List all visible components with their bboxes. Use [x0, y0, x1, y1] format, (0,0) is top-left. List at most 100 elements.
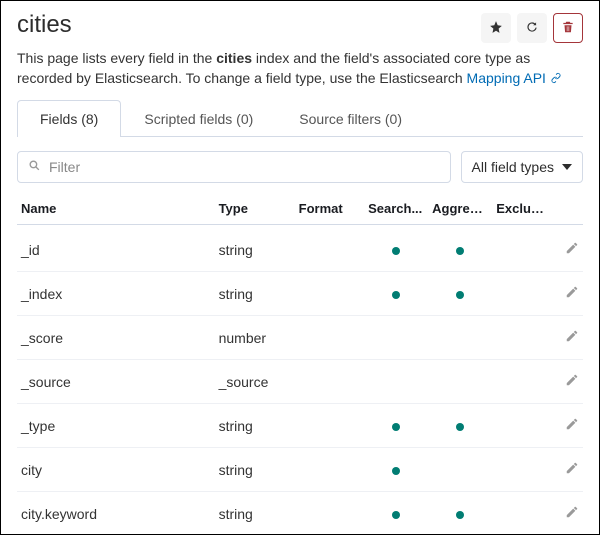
- cell-excluded: [492, 316, 551, 360]
- field-type-dropdown-label: All field types: [472, 159, 554, 175]
- tab-source-filters[interactable]: Source filters (0): [276, 100, 425, 137]
- fields-table: Name Type Format Search... Aggreg... Exc…: [17, 193, 583, 535]
- dot-indicator: [456, 511, 464, 519]
- cell-searchable: [364, 316, 428, 360]
- cell-name: _type: [17, 404, 215, 448]
- cell-type: string: [215, 492, 295, 535]
- trash-icon: [561, 20, 575, 37]
- cell-name: _index: [17, 272, 215, 316]
- cell-name: _source: [17, 360, 215, 404]
- cell-aggregatable: [428, 272, 492, 316]
- dot-indicator: [392, 511, 400, 519]
- cell-format: [295, 225, 364, 272]
- mapping-api-link[interactable]: Mapping API: [467, 70, 546, 86]
- tabs: Fields (8) Scripted fields (0) Source fi…: [17, 100, 583, 137]
- col-searchable[interactable]: Search...: [364, 193, 428, 225]
- cell-excluded: [492, 448, 551, 492]
- cell-aggregatable: [428, 316, 492, 360]
- refresh-icon: [525, 20, 539, 37]
- dot-indicator: [392, 423, 400, 431]
- cell-searchable: [364, 225, 428, 272]
- pencil-icon: [565, 331, 579, 346]
- star-icon: [489, 20, 503, 37]
- cell-type: string: [215, 272, 295, 316]
- cell-aggregatable: [428, 492, 492, 535]
- cell-excluded: [492, 272, 551, 316]
- edit-button[interactable]: [565, 329, 579, 346]
- cell-name: city: [17, 448, 215, 492]
- cell-name: _score: [17, 316, 215, 360]
- col-format[interactable]: Format: [295, 193, 364, 225]
- edit-button[interactable]: [565, 417, 579, 434]
- col-excluded[interactable]: Exclud...: [492, 193, 551, 225]
- edit-button[interactable]: [565, 505, 579, 522]
- filter-input-wrapper[interactable]: [17, 151, 451, 183]
- table-row: citystring: [17, 448, 583, 492]
- dot-indicator: [456, 291, 464, 299]
- cell-aggregatable: [428, 448, 492, 492]
- cell-type: number: [215, 316, 295, 360]
- filter-input[interactable]: [47, 158, 440, 176]
- col-name[interactable]: Name: [17, 193, 215, 225]
- refresh-button[interactable]: [517, 13, 547, 43]
- dot-indicator: [392, 291, 400, 299]
- cell-format: [295, 316, 364, 360]
- edit-button[interactable]: [565, 461, 579, 478]
- field-type-dropdown[interactable]: All field types: [461, 151, 583, 183]
- col-aggregatable[interactable]: Aggreg...: [428, 193, 492, 225]
- delete-button[interactable]: [553, 13, 583, 43]
- cell-type: string: [215, 404, 295, 448]
- cell-name: city.keyword: [17, 492, 215, 535]
- pencil-icon: [565, 419, 579, 434]
- cell-aggregatable: [428, 360, 492, 404]
- edit-button[interactable]: [565, 285, 579, 302]
- cell-format: [295, 360, 364, 404]
- table-row: city.keywordstring: [17, 492, 583, 535]
- edit-button[interactable]: [565, 373, 579, 390]
- page-description: This page lists every field in the citie…: [17, 49, 583, 88]
- cell-format: [295, 272, 364, 316]
- table-row: _scorenumber: [17, 316, 583, 360]
- cell-aggregatable: [428, 404, 492, 448]
- table-row: _source_source: [17, 360, 583, 404]
- cell-format: [295, 448, 364, 492]
- table-row: _typestring: [17, 404, 583, 448]
- cell-excluded: [492, 404, 551, 448]
- star-button[interactable]: [481, 13, 511, 43]
- link-icon: [550, 70, 562, 86]
- tab-fields[interactable]: Fields (8): [17, 100, 121, 137]
- pencil-icon: [565, 463, 579, 478]
- cell-type: string: [215, 448, 295, 492]
- table-row: _indexstring: [17, 272, 583, 316]
- cell-excluded: [492, 360, 551, 404]
- chevron-down-icon: [562, 159, 572, 175]
- cell-searchable: [364, 404, 428, 448]
- edit-button[interactable]: [565, 241, 579, 258]
- tab-scripted-fields[interactable]: Scripted fields (0): [121, 100, 276, 137]
- cell-searchable: [364, 272, 428, 316]
- dot-indicator: [392, 247, 400, 255]
- col-type[interactable]: Type: [215, 193, 295, 225]
- cell-type: _source: [215, 360, 295, 404]
- cell-aggregatable: [428, 225, 492, 272]
- page-title: cities: [17, 11, 72, 39]
- dot-indicator: [456, 247, 464, 255]
- cell-name: _id: [17, 225, 215, 272]
- cell-format: [295, 404, 364, 448]
- pencil-icon: [565, 507, 579, 522]
- dot-indicator: [456, 423, 464, 431]
- cell-format: [295, 492, 364, 535]
- cell-searchable: [364, 448, 428, 492]
- search-icon: [28, 159, 47, 175]
- dot-indicator: [392, 467, 400, 475]
- cell-searchable: [364, 492, 428, 535]
- pencil-icon: [565, 287, 579, 302]
- header-actions: [481, 13, 583, 43]
- cell-type: string: [215, 225, 295, 272]
- cell-searchable: [364, 360, 428, 404]
- cell-excluded: [492, 492, 551, 535]
- cell-excluded: [492, 225, 551, 272]
- pencil-icon: [565, 375, 579, 390]
- table-row: _idstring: [17, 225, 583, 272]
- pencil-icon: [565, 243, 579, 258]
